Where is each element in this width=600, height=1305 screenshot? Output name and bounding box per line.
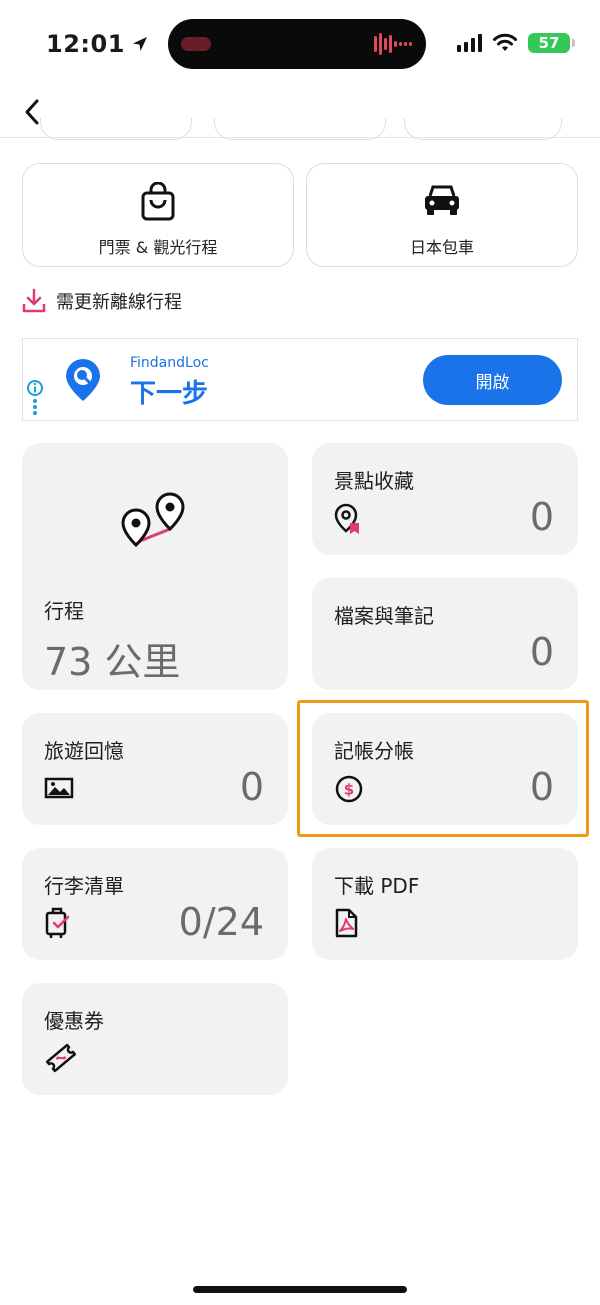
tickets-tours-tile[interactable]: 門票 & 觀光行程 bbox=[22, 163, 294, 267]
packing-list-title: 行李清單 bbox=[44, 874, 124, 898]
ad-banner[interactable]: FindandLoc 下一步 開啟 bbox=[22, 338, 578, 421]
files-notes-count: 0 bbox=[529, 630, 554, 674]
status-time: 12:01 bbox=[46, 30, 149, 58]
partial-card-middle[interactable] bbox=[214, 118, 386, 140]
expenses-title: 記帳分帳 bbox=[334, 739, 414, 763]
ad-open-button[interactable]: 開啟 bbox=[423, 355, 562, 405]
offline-update-link[interactable]: 需更新離線行程 bbox=[22, 288, 182, 314]
dynamic-island bbox=[168, 19, 426, 69]
offline-update-label: 需更新離線行程 bbox=[56, 292, 182, 313]
ad-headline: 下一步 bbox=[130, 379, 209, 409]
itinerary-card[interactable]: 行程 73 公里 bbox=[22, 443, 288, 690]
itinerary-distance: 73 公里 bbox=[44, 640, 181, 684]
status-bar: 12:01 57 bbox=[0, 0, 600, 90]
expenses-count: 0 bbox=[529, 765, 554, 809]
coupons-title: 優惠券 bbox=[44, 1009, 104, 1033]
cellular-signal-icon bbox=[457, 34, 482, 52]
battery-level: 57 bbox=[538, 34, 560, 52]
battery-icon: 57 bbox=[528, 33, 575, 53]
download-pdf-title: 下載 PDF bbox=[334, 874, 420, 898]
shopping-bag-icon bbox=[141, 182, 175, 221]
route-pins-icon bbox=[121, 492, 185, 548]
wifi-icon bbox=[493, 33, 517, 51]
status-time-text: 12:01 bbox=[46, 30, 125, 58]
location-bookmark-icon bbox=[334, 503, 359, 534]
findandloc-logo-icon bbox=[66, 359, 100, 401]
partial-card-left[interactable] bbox=[40, 118, 192, 140]
expenses-card[interactable]: 記帳分帳 $ 0 bbox=[312, 713, 578, 825]
home-indicator[interactable] bbox=[193, 1286, 407, 1293]
tickets-tours-label: 門票 & 觀光行程 bbox=[98, 238, 218, 257]
luggage-check-icon bbox=[45, 907, 70, 938]
status-icons: 57 bbox=[457, 33, 575, 53]
location-arrow-icon bbox=[132, 37, 147, 51]
coupon-ticket-icon bbox=[45, 1043, 77, 1073]
saved-spots-title: 景點收藏 bbox=[334, 469, 414, 493]
travel-memories-title: 旅遊回憶 bbox=[44, 739, 124, 763]
packing-list-card[interactable]: 行李清單 0/24 bbox=[22, 848, 288, 960]
saved-spots-count: 0 bbox=[529, 495, 554, 539]
pdf-file-icon bbox=[335, 908, 358, 938]
download-icon bbox=[22, 288, 46, 313]
download-pdf-card[interactable]: 下載 PDF bbox=[312, 848, 578, 960]
ad-info-icon[interactable] bbox=[26, 379, 44, 419]
recording-indicator bbox=[181, 37, 211, 51]
travel-memories-count: 0 bbox=[239, 765, 264, 809]
packing-list-count: 0/24 bbox=[178, 900, 264, 944]
ad-app-name: FindandLoc bbox=[130, 355, 209, 371]
files-notes-title: 檔案與筆記 bbox=[334, 604, 434, 628]
chevron-left-icon bbox=[25, 99, 39, 125]
itinerary-title: 行程 bbox=[44, 599, 84, 623]
car-icon bbox=[425, 185, 459, 215]
saved-spots-card[interactable]: 景點收藏 0 bbox=[312, 443, 578, 555]
dollar-coin-icon: $ bbox=[335, 775, 363, 803]
private-car-label: 日本包車 bbox=[409, 238, 474, 257]
svg-text:$: $ bbox=[344, 781, 354, 799]
audio-wave-icon bbox=[374, 33, 412, 55]
partial-card-right[interactable] bbox=[404, 118, 562, 140]
image-icon bbox=[44, 777, 74, 799]
files-notes-card[interactable]: 檔案與筆記 0 bbox=[312, 578, 578, 690]
travel-memories-card[interactable]: 旅遊回憶 0 bbox=[22, 713, 288, 825]
private-car-tile[interactable]: 日本包車 bbox=[306, 163, 578, 267]
coupons-card[interactable]: 優惠券 bbox=[22, 983, 288, 1095]
